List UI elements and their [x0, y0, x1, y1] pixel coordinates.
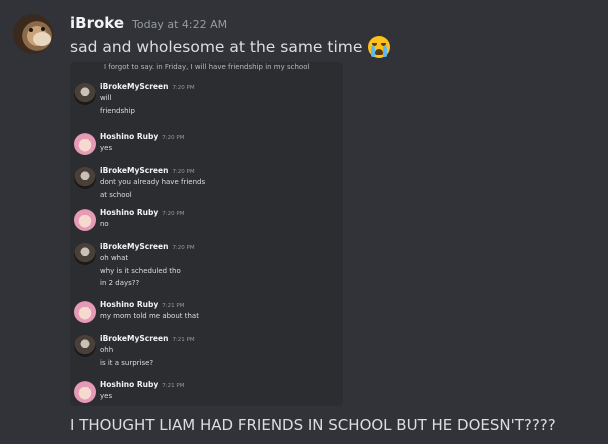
screenshot-message-time: 7:20 PM	[162, 135, 185, 141]
ibrokemyscreen-avatar	[74, 167, 96, 189]
followup-message: I THOUGHT LIAM HAD FRIENDS IN SCHOOL BUT…	[70, 416, 556, 434]
screenshot-message-time: 7:20 PM	[172, 245, 195, 251]
screenshot-message-line: in 2 days??	[100, 279, 140, 287]
hoshino-ruby-avatar	[74, 133, 96, 155]
hoshino-ruby-avatar	[74, 301, 96, 323]
screenshot-author: iBrokeMyScreen 7:21 PM	[100, 334, 195, 343]
screenshot-message-line: why is it scheduled tho	[100, 266, 181, 275]
screenshot-author-name: iBrokeMyScreen	[100, 166, 169, 175]
message-content: sad and wholesome at the same time	[70, 36, 391, 58]
screenshot-message-line: yes	[100, 392, 113, 400]
ibrokemyscreen-avatar	[74, 243, 96, 265]
screenshot-message-time: 7:21 PM	[162, 383, 185, 389]
message-header: iBroke Today at 4:22 AM	[70, 14, 227, 32]
screenshot-author: Hoshino Ruby 7:20 PM	[100, 208, 184, 217]
screenshot-message-line: dont you already have friends	[100, 178, 206, 186]
screenshot-author-name: Hoshino Ruby	[100, 300, 159, 309]
screenshot-message-line: yes	[100, 144, 113, 152]
screenshot-message-line: will	[100, 94, 112, 102]
user-avatar[interactable]	[13, 14, 53, 54]
screenshot-message-time: 7:20 PM	[172, 169, 195, 175]
message-timestamp: Today at 4:22 AM	[132, 18, 228, 31]
screenshot-author-name: Hoshino Ruby	[100, 132, 159, 141]
screenshot-author: iBrokeMyScreen 7:20 PM	[100, 166, 195, 175]
screenshot-author: Hoshino Ruby 7:21 PM	[100, 380, 184, 389]
hoshino-ruby-avatar	[74, 209, 96, 231]
screenshot-message-line: at school	[100, 190, 132, 199]
screenshot-author: iBrokeMyScreen 7:20 PM	[100, 82, 195, 91]
screenshot-author-name: Hoshino Ruby	[100, 380, 159, 389]
message-text: sad and wholesome at the same time	[70, 38, 363, 56]
ibrokemyscreen-avatar	[74, 335, 96, 357]
screenshot-message-time: 7:20 PM	[162, 211, 185, 217]
screenshot-author-name: iBrokeMyScreen	[100, 82, 169, 91]
screenshot-author: Hoshino Ruby 7:21 PM	[100, 300, 184, 309]
screenshot-message-line: no	[100, 220, 109, 228]
screenshot-message-line: my mom told me about that	[100, 312, 199, 320]
hoshino-ruby-avatar	[74, 381, 96, 403]
loudly-crying-face-emoji-icon	[368, 36, 391, 58]
screenshot-cut-line: I forgot to say. in Friday, I will have …	[104, 63, 310, 71]
screenshot-author: iBrokeMyScreen 7:20 PM	[100, 242, 195, 251]
screenshot-message-time: 7:20 PM	[172, 85, 195, 91]
screenshot-message-line: friendship	[100, 106, 135, 115]
screenshot-message-time: 7:21 PM	[162, 303, 185, 309]
screenshot-author: Hoshino Ruby 7:20 PM	[100, 132, 184, 141]
screenshot-author-name: iBrokeMyScreen	[100, 334, 169, 343]
screenshot-author-name: Hoshino Ruby	[100, 208, 159, 217]
screenshot-author-name: iBrokeMyScreen	[100, 242, 169, 251]
screenshot-message-line: is it a surprise?	[100, 358, 154, 367]
screenshot-message-line: oh what	[100, 254, 129, 262]
attached-screenshot[interactable]: I forgot to say. in Friday, I will have …	[70, 62, 343, 406]
screenshot-message-line: ohh	[100, 346, 114, 354]
screenshot-message-time: 7:21 PM	[172, 337, 195, 343]
ibrokemyscreen-avatar	[74, 83, 96, 105]
screenshot-cut-line-row: I forgot to say. in Friday, I will have …	[74, 63, 339, 71]
username[interactable]: iBroke	[70, 14, 124, 32]
